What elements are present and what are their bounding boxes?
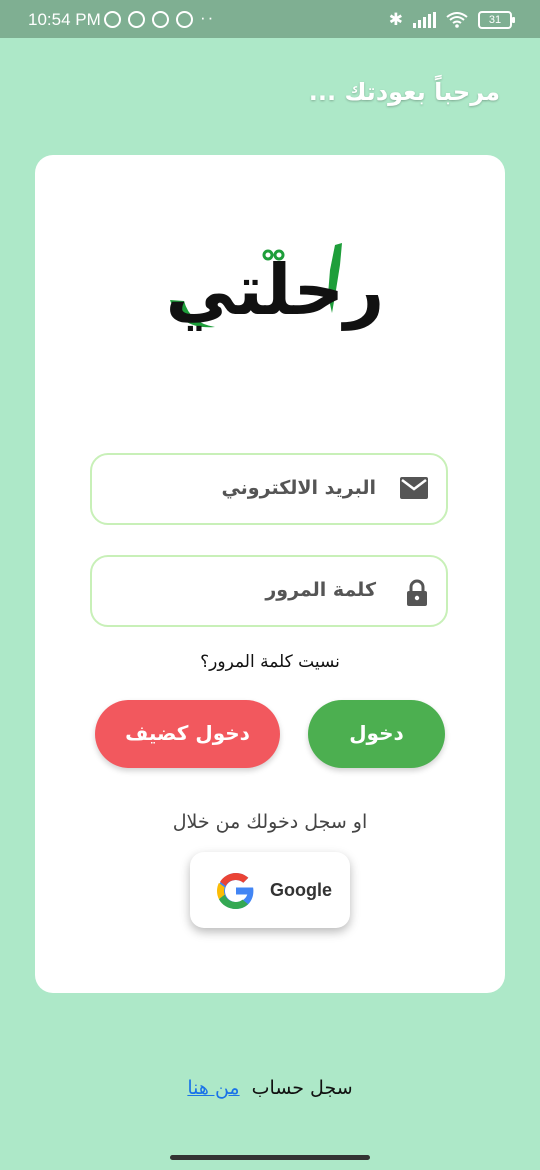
battery-icon: 31 xyxy=(478,11,515,29)
password-field[interactable]: كلمة المرور xyxy=(90,555,448,627)
google-button-label: Google xyxy=(270,880,332,900)
guest-login-button[interactable]: دخول كضيف xyxy=(95,700,280,768)
password-placeholder: كلمة المرور xyxy=(265,579,376,601)
register-text: سجل حساب xyxy=(251,1077,353,1099)
bluetooth-icon: ✱ xyxy=(388,10,403,29)
lock-icon xyxy=(407,579,427,606)
whatsapp-icon xyxy=(152,11,169,28)
welcome-text: مرحباً بعودتك ... xyxy=(308,78,500,106)
login-card: رحلتي البريد الالكتروني كلمة المرور نسيت… xyxy=(35,155,505,993)
more-dots-icon: ·· xyxy=(200,8,216,27)
signal-icon xyxy=(413,12,436,28)
email-field[interactable]: البريد الالكتروني xyxy=(90,453,448,525)
email-placeholder: البريد الالكتروني xyxy=(221,477,376,499)
logo-text: رحلتي xyxy=(165,249,385,331)
messenger-icon xyxy=(128,11,145,28)
login-button[interactable]: دخول xyxy=(308,700,445,768)
alarm-icon xyxy=(104,11,121,28)
app-logo: رحلتي xyxy=(160,235,390,345)
or-register-label: او سجل دخولك من خلال xyxy=(172,811,368,833)
google-icon xyxy=(217,873,256,909)
home-indicator[interactable] xyxy=(170,1155,370,1160)
status-right: ✱ 31 xyxy=(388,10,515,30)
register-row: سجل حساب من هنا xyxy=(0,1077,540,1099)
notification-icons: ·· xyxy=(104,8,216,28)
forgot-password-link[interactable]: نسيت كلمة المرور؟ xyxy=(35,652,505,672)
wifi-icon xyxy=(446,12,468,28)
status-bar: 10:54 PM ·· ✱ 31 xyxy=(0,0,540,38)
status-time: 10:54 PM xyxy=(28,10,101,29)
register-link[interactable]: من هنا xyxy=(187,1077,239,1099)
game-icon xyxy=(176,11,193,28)
mail-icon xyxy=(400,477,428,499)
google-signin-button[interactable]: Google xyxy=(190,852,350,928)
